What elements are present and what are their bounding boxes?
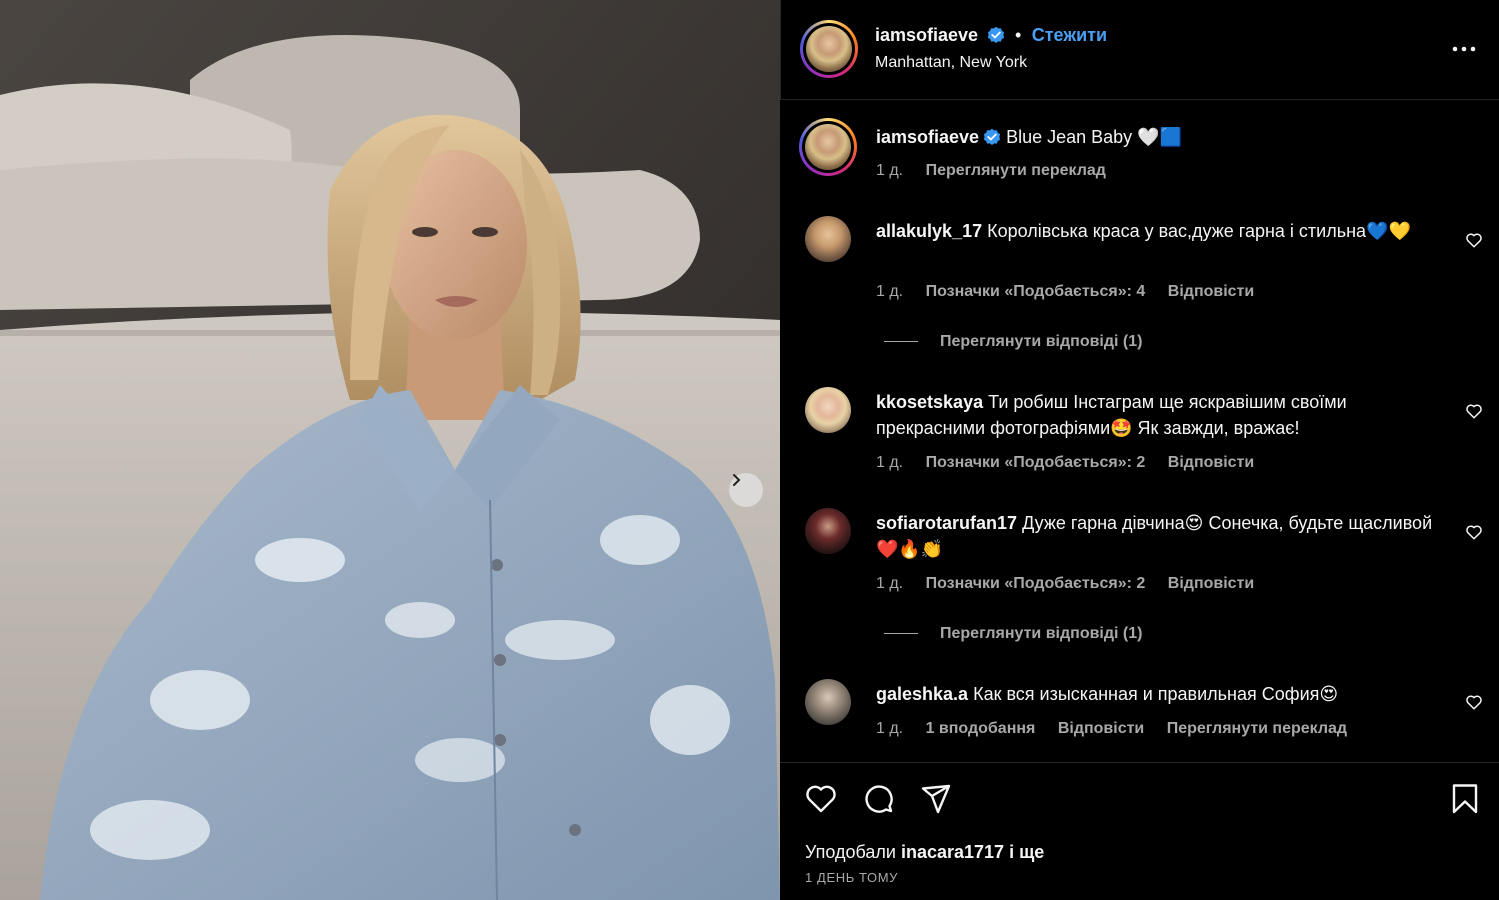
verified-badge-icon xyxy=(983,128,1001,145)
author-line: iamsofiaeve • Стежити xyxy=(875,25,1107,46)
comment-meta: 1 д. Позначки «Подобається»: 2 Відповіст… xyxy=(876,575,1272,593)
comment-username[interactable]: allakulyk_17 xyxy=(876,221,982,241)
photo-illustration xyxy=(0,0,780,900)
comment-heart-icon[interactable] xyxy=(1465,523,1483,541)
comment-reply-button[interactable]: Відповісти xyxy=(1168,283,1254,300)
comment-translate-link[interactable]: Переглянути переклад xyxy=(1167,720,1347,737)
comment-likes-count[interactable]: 1 вподобання xyxy=(926,720,1036,737)
comment-reply-button[interactable]: Відповісти xyxy=(1168,454,1254,471)
comment-username[interactable]: galeshka.a xyxy=(876,684,968,704)
caption-meta: 1 д. Переглянути переклад xyxy=(876,162,1124,180)
caption-translate-link[interactable]: Переглянути переклад xyxy=(926,162,1106,179)
comment-text: Королівська краса у вас,дуже гарна і сти… xyxy=(987,221,1411,241)
comment-avatar[interactable] xyxy=(805,508,851,554)
carousel-next-button[interactable] xyxy=(729,473,763,507)
separator-dot: • xyxy=(1014,25,1022,45)
post-location[interactable]: Manhattan, New York xyxy=(875,54,1027,72)
liked-by-user[interactable]: inacara1717 xyxy=(901,842,1004,862)
comment-icon[interactable] xyxy=(862,782,896,816)
caption-text-line: iamsofiaeve Blue Jean Baby 🤍🟦 xyxy=(876,124,1436,150)
author-avatar[interactable] xyxy=(800,20,858,78)
caption-author-avatar[interactable] xyxy=(799,118,857,176)
chevron-right-icon xyxy=(733,474,741,486)
replies-divider xyxy=(884,633,918,635)
comment-text-line: kkosetskaya Ти робиш Інстаграм ще яскрав… xyxy=(876,389,1436,441)
replies-divider xyxy=(884,341,918,343)
comment-heart-icon[interactable] xyxy=(1465,693,1483,711)
caption-time[interactable]: 1 д. xyxy=(876,162,903,179)
share-icon[interactable] xyxy=(919,782,953,816)
actions-divider xyxy=(780,762,1499,763)
comment-likes-count[interactable]: Позначки «Подобається»: 4 xyxy=(926,283,1146,300)
comment-avatar[interactable] xyxy=(805,216,851,262)
bookmark-icon[interactable] xyxy=(1448,782,1482,816)
comment-time[interactable]: 1 д. xyxy=(876,720,903,737)
comment-likes-count[interactable]: Позначки «Подобається»: 2 xyxy=(926,454,1146,471)
comment-reply-button[interactable]: Відповісти xyxy=(1168,575,1254,592)
heart-icon[interactable] xyxy=(804,782,838,816)
view-replies-button[interactable]: Переглянути відповіді (1) xyxy=(884,333,1142,351)
comment-time[interactable]: 1 д. xyxy=(876,575,903,592)
comment-time[interactable]: 1 д. xyxy=(876,454,903,471)
author-username[interactable]: iamsofiaeve xyxy=(875,25,978,45)
post-header: iamsofiaeve • Стежити Manhattan, New Yor… xyxy=(780,0,1499,100)
comment-username[interactable]: sofiarotarufan17 xyxy=(876,513,1017,533)
comment-meta: 1 д. 1 вподобання Відповісти Переглянути… xyxy=(876,720,1365,738)
view-replies-label: Переглянути відповіді (1) xyxy=(940,333,1143,350)
comment-meta: 1 д. Позначки «Подобається»: 2 Відповіст… xyxy=(876,454,1272,472)
comment-likes-count[interactable]: Позначки «Подобається»: 2 xyxy=(926,575,1146,592)
liked-by-others[interactable]: і ще xyxy=(1009,842,1044,862)
post-date[interactable]: 1 ДЕНЬ ТОМУ xyxy=(805,870,898,885)
comment-time[interactable]: 1 д. xyxy=(876,283,903,300)
more-icon[interactable] xyxy=(1449,36,1479,62)
comment-meta: 1 д. Позначки «Подобається»: 4 Відповіст… xyxy=(876,283,1272,301)
comment-text-line: sofiarotarufan17 Дуже гарна дівчина😍 Сон… xyxy=(876,510,1436,562)
comment-text-line: galeshka.a Как вся изысканная и правильн… xyxy=(876,681,1436,707)
comment-avatar[interactable] xyxy=(805,387,851,433)
caption-text: Blue Jean Baby 🤍🟦 xyxy=(1006,127,1182,147)
view-replies-label: Переглянути відповіді (1) xyxy=(940,625,1143,642)
follow-button[interactable]: Стежити xyxy=(1032,25,1107,45)
liked-by-prefix: Уподобали xyxy=(805,842,896,862)
post-details-panel: iamsofiaeve • Стежити Manhattan, New Yor… xyxy=(780,0,1499,900)
comment-text: Как вся изысканная и правильная София😍 xyxy=(973,684,1339,704)
comment-heart-icon[interactable] xyxy=(1465,402,1483,420)
comment-heart-icon[interactable] xyxy=(1465,231,1483,249)
comment-reply-button[interactable]: Відповісти xyxy=(1058,720,1144,737)
comment-text-line: allakulyk_17 Королівська краса у вас,дуж… xyxy=(876,218,1436,244)
comment-username[interactable]: kkosetskaya xyxy=(876,392,983,412)
post-photo[interactable] xyxy=(0,0,780,900)
comment-avatar[interactable] xyxy=(805,679,851,725)
caption-username[interactable]: iamsofiaeve xyxy=(876,127,979,147)
liked-by-summary[interactable]: Уподобали inacara1717 і ще xyxy=(805,842,1044,863)
view-replies-button[interactable]: Переглянути відповіді (1) xyxy=(884,625,1142,643)
verified-badge-icon xyxy=(987,26,1004,43)
